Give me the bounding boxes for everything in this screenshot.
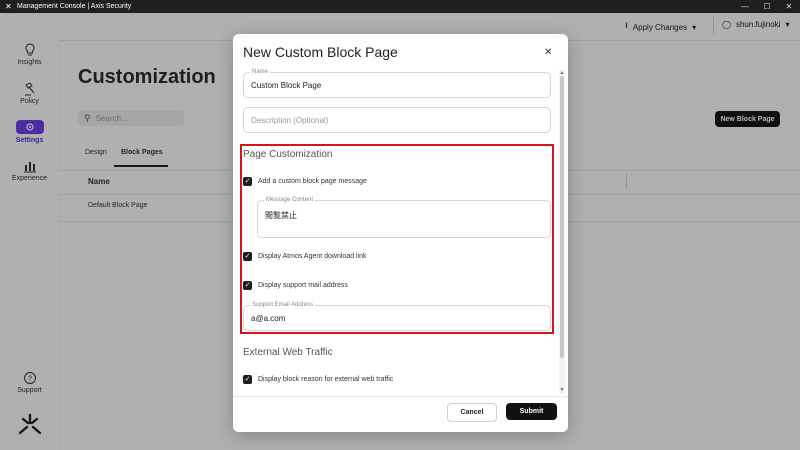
- submit-button[interactable]: Submit: [506, 403, 557, 420]
- checkmark-icon: ✓: [243, 252, 252, 261]
- scroll-down-icon[interactable]: ▼: [559, 387, 565, 393]
- description-field[interactable]: Description (Optional): [243, 107, 551, 133]
- window-titlebar: ✕ Management Console | Axis Security — ☐…: [0, 0, 800, 13]
- page-customization-title: Page Customization: [243, 149, 333, 160]
- close-window-icon[interactable]: ✕: [778, 2, 800, 11]
- atmos-link-checkbox[interactable]: ✓ Display Atmos Agent download link: [243, 252, 367, 261]
- app-logo-icon: ✕: [5, 1, 12, 11]
- scroll-up-icon[interactable]: ▲: [559, 70, 565, 76]
- message-content-field[interactable]: Message Content 閲覧禁止: [257, 197, 551, 238]
- checkmark-icon: ✓: [243, 281, 252, 290]
- window-title: Management Console | Axis Security: [17, 3, 132, 10]
- modal-backdrop: [0, 13, 59, 450]
- maximize-icon[interactable]: ☐: [756, 2, 778, 11]
- checkmark-icon: ✓: [243, 177, 252, 186]
- custom-message-checkbox[interactable]: ✓ Add a custom block page message: [243, 177, 367, 186]
- external-web-traffic-title: External Web Traffic: [243, 347, 333, 358]
- checkmark-icon: ✓: [243, 375, 252, 384]
- support-mail-checkbox[interactable]: ✓ Display support mail address: [243, 281, 348, 290]
- support-email-field[interactable]: Support Email Address a@a.com: [243, 302, 551, 331]
- scrollbar-thumb[interactable]: [560, 76, 564, 358]
- minimize-icon[interactable]: —: [734, 2, 756, 11]
- dialog-title: New Custom Block Page: [243, 44, 398, 60]
- block-reason-checkbox[interactable]: ✓ Display block reason for external web …: [243, 375, 393, 384]
- close-icon[interactable]: ✕: [544, 47, 552, 58]
- new-block-page-dialog: New Custom Block Page ✕ Name Custom Bloc…: [233, 34, 568, 432]
- cancel-button[interactable]: Cancel: [447, 403, 497, 422]
- name-field[interactable]: Name Custom Block Page: [243, 69, 551, 98]
